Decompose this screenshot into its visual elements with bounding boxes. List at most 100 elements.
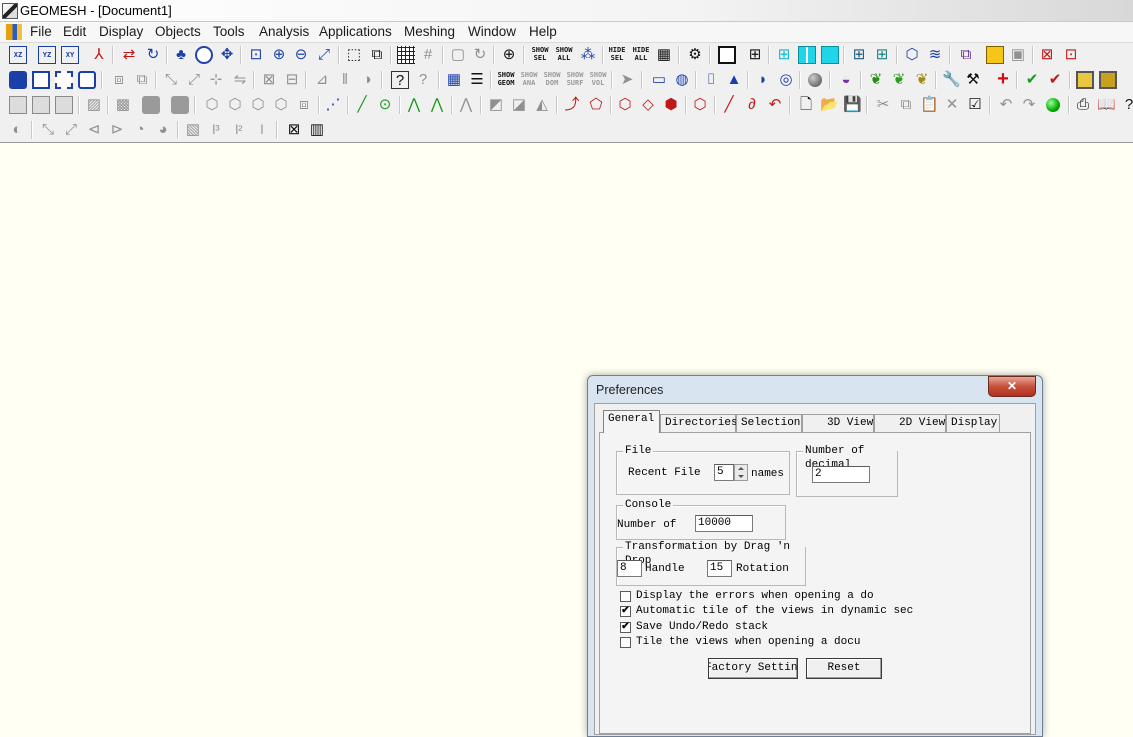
length-icon[interactable]: l xyxy=(253,121,271,139)
half-cylinder-icon[interactable]: ◗ xyxy=(754,71,772,89)
film-alt-icon[interactable] xyxy=(1099,71,1117,89)
maximize-view-icon[interactable] xyxy=(821,46,839,64)
frame-red-icon[interactable]: ⊠ xyxy=(1038,46,1056,64)
delete-icon[interactable]: ✕ xyxy=(943,96,961,114)
tile-vertical-icon[interactable] xyxy=(798,46,816,64)
windows-icon[interactable]: ⧉ xyxy=(957,46,975,64)
3d-box-icon[interactable]: ⬡ xyxy=(903,46,921,64)
show-selected-button[interactable]: SHOW SEL xyxy=(531,46,549,64)
grid-icon[interactable] xyxy=(397,46,415,64)
reset-button[interactable]: Reset xyxy=(806,658,882,679)
context-help-icon[interactable]: ? xyxy=(414,71,432,89)
arc-icon[interactable]: ⋀ xyxy=(405,96,423,114)
menu-window[interactable]: Window xyxy=(468,24,516,39)
columns-icon[interactable]: ‖ xyxy=(336,71,354,89)
mesh-table-icon[interactable]: ▥ xyxy=(308,121,326,139)
undo-icon[interactable]: ↶ xyxy=(997,96,1015,114)
tab-selection[interactable]: Selection xyxy=(736,414,802,432)
mirror-icon[interactable]: ⇋ xyxy=(231,71,249,89)
decimal-input[interactable]: 2 xyxy=(812,466,870,483)
frame-icon[interactable]: ▢ xyxy=(449,46,467,64)
split-icon[interactable]: ⊟ xyxy=(283,71,301,89)
red-line-icon[interactable]: ╱ xyxy=(720,96,738,114)
length-cubed-icon[interactable]: l³ xyxy=(207,121,225,139)
help-book-icon[interactable]: ? xyxy=(1120,96,1133,114)
show-volume-button[interactable]: SHOW VOL xyxy=(589,71,607,89)
view-xz-button[interactable]: XZ xyxy=(9,46,27,64)
zoom-box-icon[interactable]: ⊡ xyxy=(247,46,265,64)
view-xy-button[interactable]: XY xyxy=(61,46,79,64)
open-folder-icon[interactable]: 📂 xyxy=(820,96,839,114)
show-all-button[interactable]: SHOW ALL xyxy=(555,46,573,64)
cube-4-icon[interactable]: ⬡ xyxy=(272,96,290,114)
arrange-views-icon[interactable]: ⊞ xyxy=(850,46,868,64)
menu-applications[interactable]: Applications xyxy=(319,24,392,39)
tile-views-icon[interactable]: ⊞ xyxy=(775,46,793,64)
paste-icon[interactable]: 📋 xyxy=(920,96,939,114)
scale-icon[interactable]: ⤢ xyxy=(185,71,203,89)
mesh-fan-icon[interactable]: ⊲ xyxy=(85,121,103,139)
help-icon[interactable]: ? xyxy=(391,71,409,89)
circle-icon[interactable]: ⊙ xyxy=(376,96,394,114)
cascade-views-icon[interactable]: ⊞ xyxy=(873,46,891,64)
menu-analysis[interactable]: Analysis xyxy=(259,24,309,39)
red-patch-icon[interactable]: ⬡ xyxy=(616,96,634,114)
properties-icon[interactable]: ☑ xyxy=(966,96,984,114)
surface-outline-icon[interactable] xyxy=(32,71,50,89)
menu-file[interactable]: File xyxy=(30,24,52,39)
menu-display[interactable]: Display xyxy=(99,24,143,39)
show-nodes-icon[interactable]: ⁂ xyxy=(579,46,597,64)
hide-nodes-icon[interactable]: ▦ xyxy=(655,46,673,64)
check-green-icon[interactable]: ✔ xyxy=(1023,71,1041,89)
tile-on-open-checkbox[interactable] xyxy=(620,637,631,648)
single-view-icon[interactable] xyxy=(718,46,736,64)
box-primitive-icon[interactable]: ▭ xyxy=(650,71,668,89)
refresh-icon[interactable]: ↻ xyxy=(471,46,489,64)
tab-2d-view[interactable]: 2D View xyxy=(874,414,946,432)
red-fillet-icon[interactable]: ↶ xyxy=(766,96,784,114)
arc-gray-icon[interactable]: ⋀ xyxy=(457,96,475,114)
length-squared-icon[interactable]: l² xyxy=(230,121,248,139)
sweep-icon[interactable]: ◑ xyxy=(358,71,376,89)
print-icon[interactable]: ⎙ xyxy=(1074,96,1092,114)
tools-icon[interactable]: ⚒ xyxy=(964,71,982,89)
red-curve-icon[interactable]: ⤴ xyxy=(563,96,581,114)
zoom-in-icon[interactable]: ⊕ xyxy=(270,46,288,64)
mesh-smooth-icon[interactable]: ◕ xyxy=(154,121,172,139)
recent-file-input[interactable]: 5 xyxy=(714,464,734,481)
display-errors-checkbox[interactable] xyxy=(620,591,631,602)
cut-icon[interactable]: ✂ xyxy=(874,96,892,114)
red-cube-icon[interactable]: ⬡ xyxy=(691,96,709,114)
four-views-icon[interactable]: ⊞ xyxy=(746,46,764,64)
red-link-icon[interactable]: ∂ xyxy=(743,96,761,114)
mesh-round-icon[interactable]: ◔ xyxy=(131,121,149,139)
wrench-icon[interactable]: 🔧 xyxy=(942,71,961,89)
crosshair-icon[interactable]: ⊕ xyxy=(500,46,518,64)
save-undo-checkbox[interactable]: ✔ xyxy=(620,622,631,633)
axes-icon[interactable]: ⅄ xyxy=(90,46,108,64)
ellipsoid-icon[interactable]: ◒ xyxy=(837,71,855,89)
hide-all-button[interactable]: HIDE ALL xyxy=(632,46,650,64)
menu-edit[interactable]: Edit xyxy=(63,24,86,39)
layers-icon[interactable]: ≋ xyxy=(926,46,944,64)
octagon-icon[interactable] xyxy=(142,96,160,114)
light-blue-icon[interactable]: ❦ xyxy=(867,71,885,89)
cylinder-primitive-icon[interactable]: ⌷ xyxy=(702,71,720,89)
rotation-input[interactable]: 15 xyxy=(707,560,732,577)
pattern-icon[interactable]: ▩ xyxy=(114,96,132,114)
frame-red-alt-icon[interactable]: ⊡ xyxy=(1062,46,1080,64)
show-surface-button[interactable]: SHOW SURF xyxy=(566,71,584,89)
surface-dashed-icon[interactable] xyxy=(55,71,73,89)
show-geometry-button[interactable]: SHOW GEOM xyxy=(497,71,515,89)
volume-outline-icon[interactable] xyxy=(78,71,96,89)
console-lines-input[interactable]: 10000 xyxy=(695,515,753,532)
copy-icon[interactable]: ⧉ xyxy=(897,96,915,114)
pan-icon[interactable]: ♣ xyxy=(172,46,190,64)
zoom-fit-icon[interactable]: ⤢ xyxy=(315,46,333,64)
hatch-icon[interactable]: ▨ xyxy=(85,96,103,114)
cube-3-icon[interactable]: ⬡ xyxy=(249,96,267,114)
check-red-icon[interactable]: ✔ xyxy=(1046,71,1064,89)
rounded-square-icon[interactable] xyxy=(171,96,189,114)
menu-objects[interactable]: Objects xyxy=(155,24,201,39)
save-icon[interactable]: 💾 xyxy=(843,96,862,114)
